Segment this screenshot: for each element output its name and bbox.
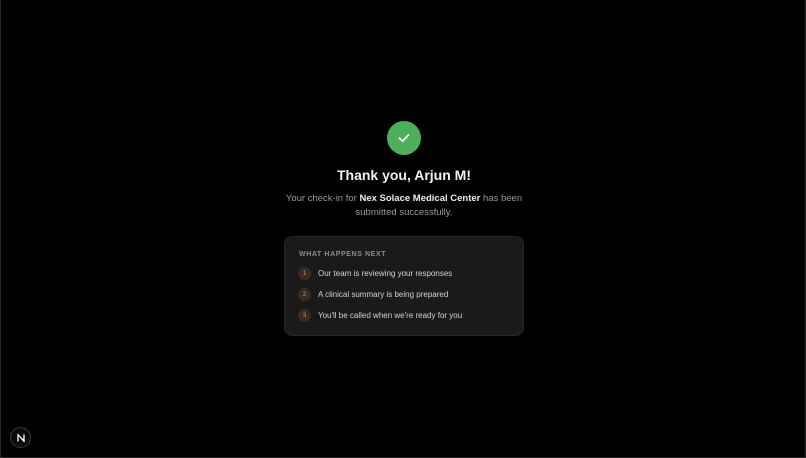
confirmation-message: Your check-in for Nex Solace Medical Cen… <box>284 192 524 220</box>
step-text: A clinical summary is being prepared <box>318 290 449 299</box>
next-step-item: 2 A clinical summary is being prepared <box>298 288 448 301</box>
step-number-badge: 1 <box>298 267 311 280</box>
next-step-item: 3 You'll be called when we're ready for … <box>298 309 462 322</box>
next-steps-card: WHAT HAPPENS NEXT 1 Our team is reviewin… <box>284 236 524 336</box>
n-logo-icon <box>16 433 25 442</box>
step-text: Our team is reviewing your responses <box>318 269 453 278</box>
step-number-badge: 3 <box>298 309 311 322</box>
success-check-badge <box>387 121 421 155</box>
check-icon <box>398 133 410 143</box>
next-step-item: 1 Our team is reviewing your responses <box>298 267 452 280</box>
page-title: Thank you, Arjun M! <box>336 167 472 183</box>
message-prefix: Your check-in for <box>285 193 360 204</box>
step-text: You'll be called when we're ready for yo… <box>318 311 463 320</box>
next-steps-heading: WHAT HAPPENS NEXT <box>299 251 387 258</box>
confirmation-page: Thank you, Arjun M! Your check-in for Ne… <box>0 0 806 458</box>
step-number-badge: 2 <box>298 288 311 301</box>
dev-tools-button[interactable] <box>10 427 31 448</box>
facility-name: Nex Solace Medical Center <box>359 193 481 204</box>
